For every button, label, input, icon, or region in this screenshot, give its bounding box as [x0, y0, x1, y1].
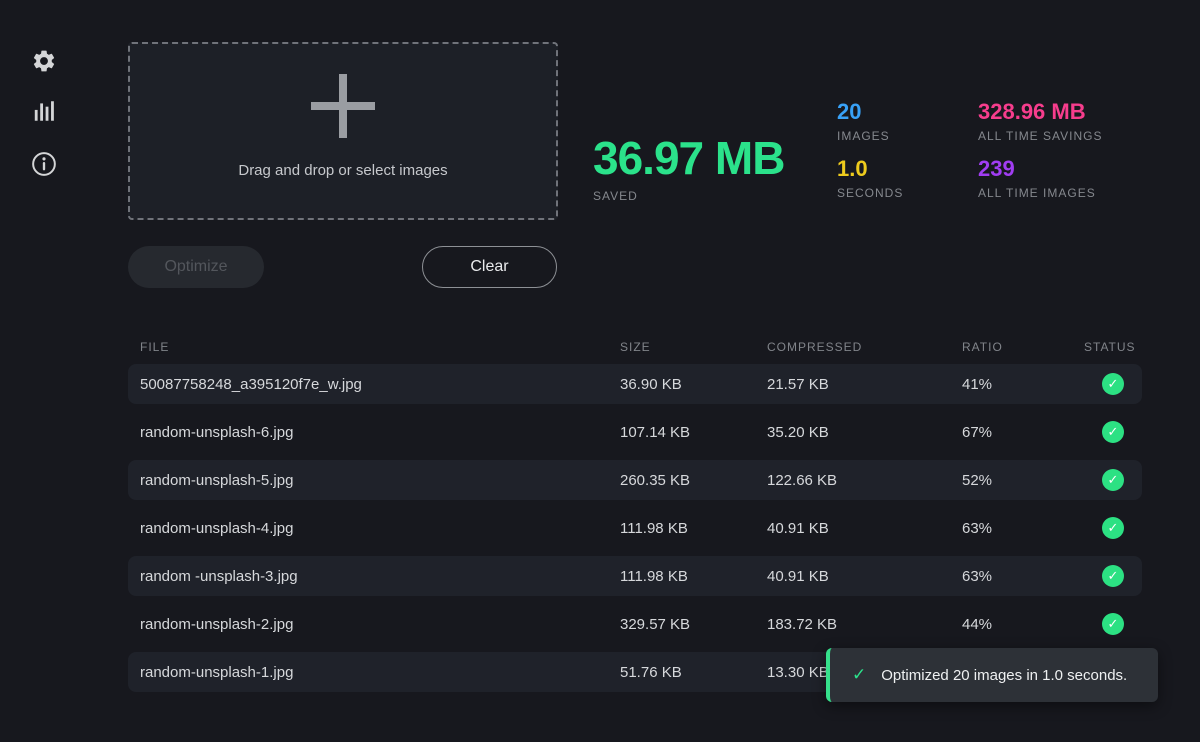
success-check-icon: ✓ [1102, 613, 1124, 635]
clear-button[interactable]: Clear [422, 246, 557, 288]
file-size: 111.98 KB [620, 568, 767, 585]
stat-column-session: 20 IMAGES 1.0 SECONDS [837, 100, 903, 214]
dropzone-label: Drag and drop or select images [238, 162, 447, 179]
file-compressed-size: 40.91 KB [767, 568, 962, 585]
images-label: IMAGES [837, 129, 903, 143]
table-row: random-unsplash-4.jpg 111.98 KB 40.91 KB… [128, 508, 1142, 548]
status-cell: ✓ [1084, 421, 1142, 443]
success-check-icon: ✓ [1102, 373, 1124, 395]
file-name: random-unsplash-6.jpg [128, 424, 620, 441]
file-name: random -unsplash-3.jpg [128, 568, 620, 585]
gear-icon [31, 48, 57, 74]
table-row: random -unsplash-3.jpg 111.98 KB 40.91 K… [128, 556, 1142, 596]
file-size: 107.14 KB [620, 424, 767, 441]
toast-message: Optimized 20 images in 1.0 seconds. [881, 667, 1127, 684]
alltime-savings-label: ALL TIME SAVINGS [978, 129, 1102, 143]
alltime-images-label: ALL TIME IMAGES [978, 186, 1102, 200]
sidebar [0, 0, 88, 742]
success-check-icon: ✓ [1102, 565, 1124, 587]
file-name: random-unsplash-2.jpg [128, 616, 620, 633]
table-row: random-unsplash-6.jpg 107.14 KB 35.20 KB… [128, 412, 1142, 452]
file-compressed-size: 40.91 KB [767, 520, 962, 537]
file-size: 51.76 KB [620, 664, 767, 681]
info-button[interactable] [30, 150, 58, 178]
alltime-images-value: 239 [978, 157, 1102, 181]
file-name: random-unsplash-4.jpg [128, 520, 620, 537]
stats-button[interactable] [30, 97, 58, 125]
compression-ratio: 41% [962, 376, 1084, 393]
table-row: random-unsplash-5.jpg 260.35 KB 122.66 K… [128, 460, 1142, 500]
results-table: FILE SIZE COMPRESSED RATIO STATUS 500877… [128, 330, 1142, 700]
saved-value: 36.97 MB [593, 133, 784, 184]
stat-alltime-savings: 328.96 MB ALL TIME SAVINGS [978, 100, 1102, 143]
bar-chart-icon [31, 98, 57, 124]
status-cell: ✓ [1084, 373, 1142, 395]
seconds-label: SECONDS [837, 186, 903, 200]
file-compressed-size: 35.20 KB [767, 424, 962, 441]
stat-images: 20 IMAGES [837, 100, 903, 143]
compression-ratio: 63% [962, 520, 1084, 537]
file-compressed-size: 122.66 KB [767, 472, 962, 489]
success-check-icon: ✓ [1102, 517, 1124, 539]
status-cell: ✓ [1084, 613, 1142, 635]
status-cell: ✓ [1084, 469, 1142, 491]
file-size: 260.35 KB [620, 472, 767, 489]
status-cell: ✓ [1084, 565, 1142, 587]
file-name: 50087758248_a395120f7e_w.jpg [128, 376, 620, 393]
table-row: random-unsplash-2.jpg 329.57 KB 183.72 K… [128, 604, 1142, 644]
compression-ratio: 67% [962, 424, 1084, 441]
table-row: 50087758248_a395120f7e_w.jpg 36.90 KB 21… [128, 364, 1142, 404]
file-compressed-size: 21.57 KB [767, 376, 962, 393]
images-value: 20 [837, 100, 903, 124]
optimize-button[interactable]: Optimize [128, 246, 264, 288]
settings-button[interactable] [30, 47, 58, 75]
file-size: 329.57 KB [620, 616, 767, 633]
seconds-value: 1.0 [837, 157, 903, 181]
column-header-size: SIZE [620, 340, 767, 354]
stat-seconds: 1.0 SECONDS [837, 157, 903, 200]
status-cell: ✓ [1084, 517, 1142, 539]
dropzone[interactable]: Drag and drop or select images [128, 42, 558, 220]
stat-saved: 36.97 MB SAVED [593, 133, 784, 203]
toast-notification: ✓ Optimized 20 images in 1.0 seconds. [826, 648, 1158, 702]
column-header-ratio: RATIO [962, 340, 1084, 354]
column-header-file: FILE [128, 340, 620, 354]
file-compressed-size: 183.72 KB [767, 616, 962, 633]
saved-label: SAVED [593, 189, 784, 203]
column-header-status: STATUS [1084, 340, 1142, 354]
check-icon: ✓ [852, 665, 866, 685]
table-body: 50087758248_a395120f7e_w.jpg 36.90 KB 21… [128, 364, 1142, 692]
compression-ratio: 52% [962, 472, 1084, 489]
stat-alltime-images: 239 ALL TIME IMAGES [978, 157, 1102, 200]
image-optimizer-app: { "colors": { "accent_green": "#2be28b",… [0, 0, 1200, 742]
compression-ratio: 44% [962, 616, 1084, 633]
info-icon [30, 150, 58, 178]
file-size: 36.90 KB [620, 376, 767, 393]
alltime-savings-value: 328.96 MB [978, 100, 1102, 124]
file-size: 111.98 KB [620, 520, 767, 537]
file-name: random-unsplash-1.jpg [128, 664, 620, 681]
success-check-icon: ✓ [1102, 469, 1124, 491]
plus-icon [311, 74, 375, 138]
success-check-icon: ✓ [1102, 421, 1124, 443]
file-name: random-unsplash-5.jpg [128, 472, 620, 489]
compression-ratio: 63% [962, 568, 1084, 585]
stat-column-alltime: 328.96 MB ALL TIME SAVINGS 239 ALL TIME … [978, 100, 1102, 214]
table-header: FILE SIZE COMPRESSED RATIO STATUS [128, 330, 1142, 364]
column-header-compressed: COMPRESSED [767, 340, 962, 354]
